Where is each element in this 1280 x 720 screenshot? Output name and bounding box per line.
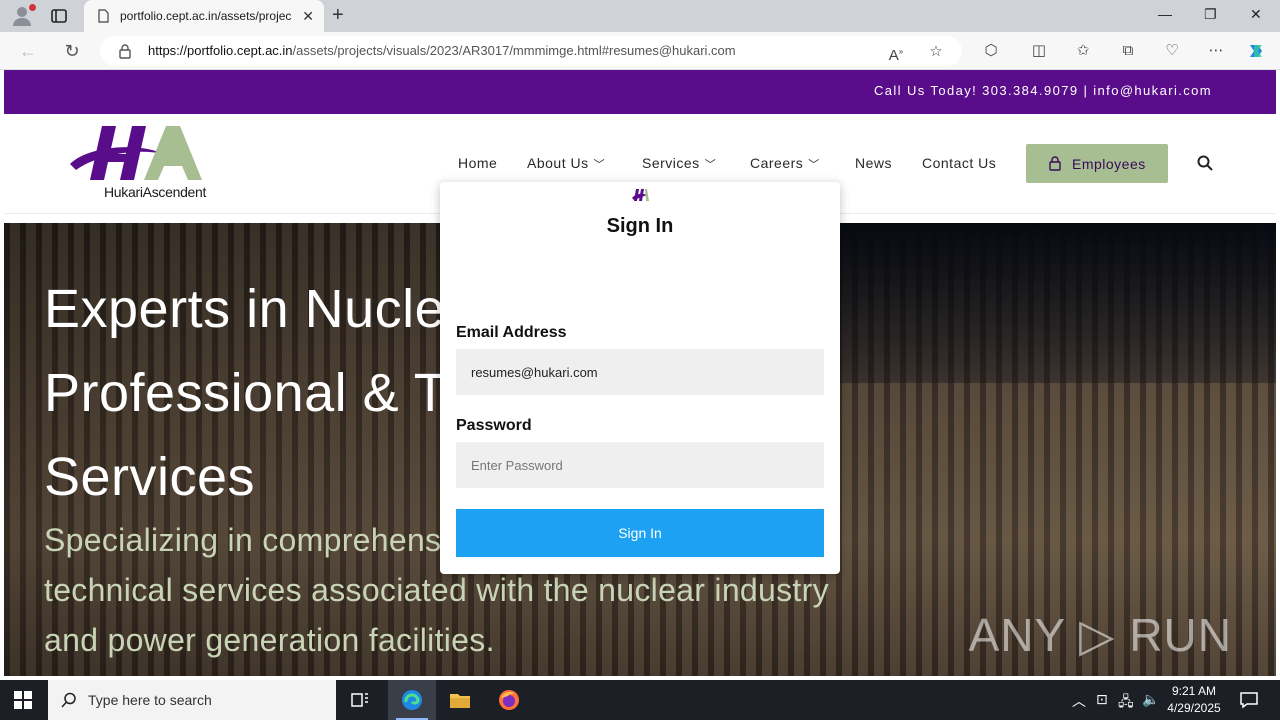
search-placeholder: Type here to search [88,692,212,708]
system-clock[interactable]: 9:21 AM 4/29/2025 [1160,683,1228,717]
modal-title: Sign In [606,215,674,237]
password-label: Password [456,417,532,434]
split-screen-icon[interactable]: ◫ [1029,41,1049,61]
tabs-icon[interactable] [50,7,68,25]
nav-contact-us[interactable]: Contact Us [922,155,996,171]
email-label: Email Address [456,324,567,341]
minimize-icon[interactable]: — [1158,6,1172,22]
nav-services[interactable]: Services ﹀ [642,155,716,172]
employees-button[interactable]: Employees [1026,144,1168,183]
watermark: ANY ▷ RUN [968,609,1232,661]
email-field[interactable] [456,349,824,395]
lock-icon [119,44,131,59]
collections-icon[interactable]: ⧉ [1118,41,1138,61]
network-icon[interactable]: 🖧 [1118,691,1134,715]
lock-icon [1049,156,1061,171]
edge-icon [402,690,422,710]
performance-icon[interactable]: ♡ [1162,41,1182,61]
address-bar: ← ↻ https://portfolio.cept.ac.in/assets/… [0,32,1280,70]
search-icon[interactable] [1196,154,1214,172]
browser-tab-bar: portfolio.cept.ac.in/assets/projec ✕ + —… [0,0,1280,32]
search-icon [61,692,76,708]
web-page: Call Us Today! 303.384.9079 | info@hukar… [4,70,1276,676]
active-tab[interactable]: portfolio.cept.ac.in/assets/projec ✕ [84,0,324,32]
favorite-icon[interactable]: ☆ [926,42,946,62]
extensions-icon[interactable]: ⬡ [981,41,1001,61]
logo-text: HukariAscendent [104,184,207,200]
windows-taskbar: Type here to search ︿ ⊡ 🖧 🔈 9:21 AM 4/29… [0,680,1280,720]
chevron-down-icon: ﹀ [704,159,717,171]
back-icon[interactable]: ← [18,41,38,61]
logo-icon [632,189,649,201]
url-field[interactable]: https://portfolio.cept.ac.in/assets/proj… [100,36,962,66]
refresh-icon[interactable]: ↻ [62,41,82,61]
nav-news[interactable]: News [855,155,892,171]
file-explorer-icon[interactable] [448,688,472,712]
edge-taskbar-button[interactable] [388,680,436,720]
page-icon [98,9,109,23]
sign-in-modal: Sign In Email Address Password Sign In [440,182,840,574]
nav-home[interactable]: Home [458,155,497,171]
contact-info[interactable]: Call Us Today! 303.384.9079 | info@hukar… [874,83,1212,98]
contact-strip: Call Us Today! 303.384.9079 | info@hukar… [4,70,1276,114]
site-logo[interactable]: HukariAscendent [68,124,208,204]
taskbar-search[interactable]: Type here to search [48,680,336,720]
chevron-down-icon: ﹀ [808,159,820,171]
sign-in-button[interactable]: Sign In [456,509,824,557]
windows-start-icon[interactable] [14,691,32,709]
profile-icon[interactable] [10,4,36,28]
close-window-icon[interactable]: ✕ [1250,6,1262,23]
password-field[interactable] [456,442,824,488]
copilot-icon[interactable] [1246,41,1266,61]
chevron-down-icon: ﹀ [593,159,606,171]
tab-title: portfolio.cept.ac.in/assets/projec [120,9,292,23]
meet-now-icon[interactable]: ⊡ [1096,691,1108,708]
firefox-icon[interactable] [497,688,521,712]
more-icon[interactable]: ⋯ [1206,41,1226,61]
notification-icon[interactable] [1237,688,1261,712]
task-view-icon[interactable] [348,688,372,712]
favorites-icon[interactable]: ✩ [1073,41,1093,61]
logo-mark [70,126,202,180]
close-tab-icon[interactable]: ✕ [302,8,314,24]
nav-about-us[interactable]: About Us ﹀ [527,155,605,172]
url-text: https://portfolio.cept.ac.in/assets/proj… [148,43,736,58]
clock-time: 9:21 AM [1171,684,1217,698]
show-hidden-icons-icon[interactable]: ︿ [1072,691,1086,711]
clock-date: 4/29/2025 [1167,701,1221,715]
volume-icon[interactable]: 🔈 [1142,691,1159,708]
nav-careers[interactable]: Careers ﹀ [750,155,820,172]
new-tab-icon[interactable]: + [332,5,344,25]
read-aloud-icon[interactable]: A» [886,42,906,64]
restore-icon[interactable]: ❐ [1204,6,1217,23]
